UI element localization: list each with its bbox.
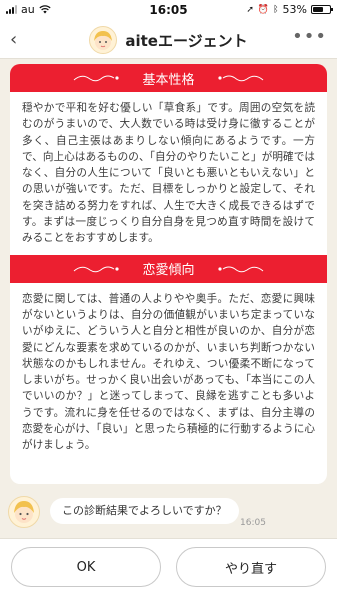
ornament-left-icon bbox=[73, 266, 119, 272]
section-title: 基本性格 bbox=[142, 72, 195, 88]
status-bar: au 16:05 ➚ ⏰ ᛒ 53% bbox=[0, 0, 337, 20]
more-dots-icon[interactable]: ••• bbox=[292, 26, 327, 47]
ok-button[interactable]: OK bbox=[11, 547, 161, 587]
bluetooth-icon: ᛒ bbox=[273, 4, 279, 15]
section-text-personality: 穏やかで平和を好む優しい「草食系」です。周囲の空気を読むのがうまいので、大人数で… bbox=[22, 102, 315, 245]
app-header: ‹ aiteエージェント ••• bbox=[0, 20, 337, 59]
footer-bar: OK やり直す bbox=[0, 538, 337, 601]
agent-avatar-icon bbox=[89, 26, 118, 54]
ornament-left-icon bbox=[73, 75, 119, 82]
ornament-right-icon bbox=[218, 75, 264, 82]
battery-percent: 53% bbox=[282, 3, 307, 16]
section-header-love: 恋愛傾向 bbox=[10, 254, 327, 283]
result-card: 基本性格 穏やかで平和を好む優しい「草食系」です。周囲の空気を読むのがうまいので… bbox=[10, 64, 327, 484]
chat-bubble: この診断結果でよろしいですか？ bbox=[50, 498, 239, 524]
ornament-right-icon bbox=[218, 266, 264, 272]
section-title: 恋愛傾向 bbox=[142, 263, 195, 279]
header-title-group: aiteエージェント bbox=[0, 26, 337, 54]
battery-icon bbox=[311, 5, 333, 14]
message-time: 16:05 bbox=[240, 518, 266, 528]
redo-button[interactable]: やり直す bbox=[176, 547, 326, 587]
section-header-personality: 基本性格 bbox=[10, 64, 327, 92]
chat-message: この診断結果でよろしいですか？ 16:05 bbox=[8, 496, 328, 528]
agent-avatar-icon bbox=[8, 496, 40, 528]
section-text-love: 恋愛に関しては、普通の人よりやや奥手。ただ、恋愛に興味がないというよりは、自分の… bbox=[22, 292, 315, 452]
page-title: aiteエージェント bbox=[125, 31, 248, 50]
status-right: ➚ ⏰ ᛒ 53% bbox=[246, 3, 333, 16]
location-icon: ➚ bbox=[246, 4, 254, 15]
alarm-icon: ⏰ bbox=[257, 4, 270, 15]
